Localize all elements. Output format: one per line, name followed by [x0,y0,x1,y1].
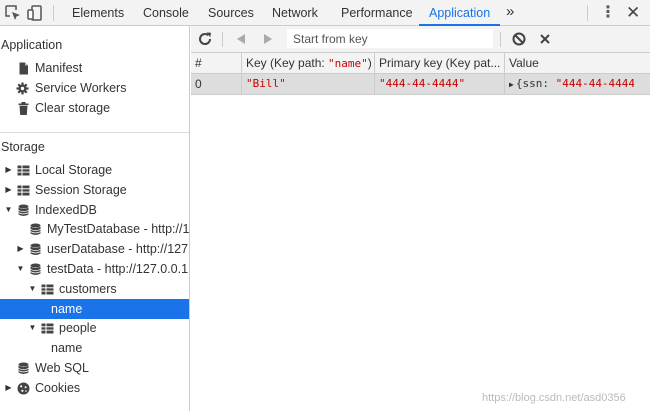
collapse-arrow-icon[interactable]: ▼ [16,259,25,279]
sidebar-item-label: people [59,321,97,335]
sidebar-item-service-workers[interactable]: Service Workers [0,78,189,98]
section-title-application: Application [1,38,63,52]
column-header-index[interactable]: # [191,53,241,73]
column-header-key-path: "name" [328,57,368,70]
sidebar-item-label: Cookies [35,381,81,395]
expand-value-arrow-icon[interactable]: ▶ [509,80,514,89]
column-header-primary-key[interactable]: Primary key (Key pat... [374,53,504,73]
tab-application[interactable]: Application [418,0,501,26]
database-icon [18,204,29,216]
sidebar-item-indexeddb[interactable]: ▼ IndexedDB [0,200,189,220]
sidebar-item-label: MyTestDatabase - http://127.0.0.1:5 [47,222,190,236]
refresh-icon[interactable] [197,31,213,47]
triangle-left-icon[interactable] [235,33,247,45]
cell-value[interactable]: ▶ {ssn: "444-44-4444 [504,74,634,94]
application-sidebar: Application Manifest Service Workers Cle… [0,26,190,411]
table-row[interactable]: 0 "Bill" "444-44-4444" ▶ {ssn: "444-44-44… [191,74,650,95]
expand-arrow-icon[interactable]: ▶ [4,378,13,398]
sidebar-item-label: Local Storage [35,163,113,177]
sidebar-item-userdatabase[interactable]: ▶ userDatabase - http://127.0.0.1:5 [0,239,189,259]
sidebar-item-clear-storage[interactable]: Clear storage [0,98,189,118]
sidebar-item-label: Clear storage [35,101,111,115]
sidebar-item-people[interactable]: ▼ people [0,318,189,338]
cell-key: "Bill" [241,74,374,94]
toolbar-divider [222,32,223,47]
grid-icon [41,323,54,334]
sidebar-item-label: Web SQL [35,361,89,375]
cell-index: 0 [195,77,202,91]
devtools-tabbar: Elements Console Sources Network Perform… [0,0,650,26]
tab-elements[interactable]: Elements [72,0,124,25]
triangle-right-icon[interactable] [262,33,274,45]
sidebar-item-customers-name-index[interactable]: name [0,299,189,319]
tab-console[interactable]: Console [143,0,189,25]
tab-performance[interactable]: Performance [341,0,413,25]
close-devtools-button[interactable]: ✕ [626,0,640,25]
sidebar-item-manifest[interactable]: Manifest [0,58,189,78]
grid-icon [17,165,30,176]
sidebar-item-label: Service Workers [35,81,127,95]
collapse-arrow-icon[interactable]: ▼ [28,318,37,338]
tab-network[interactable]: Network [272,0,318,25]
collapse-arrow-icon[interactable]: ▼ [4,200,13,220]
sidebar-item-testdata[interactable]: ▼ testData - http://127.0.0.1:5 [0,259,189,279]
sidebar-divider [0,132,189,133]
sidebar-item-label: Manifest [35,61,83,75]
sidebar-item-customers[interactable]: ▼ customers [0,279,189,299]
cell-value-prefix: {ssn: [515,77,556,90]
gear-icon [16,82,29,95]
toolbar-divider [53,5,54,21]
column-header-key-suffix: ) [367,56,372,70]
toolbar-divider [500,32,501,47]
cell-value-ssn: "444-44-4444 [555,77,634,90]
database-icon [30,223,41,235]
document-icon [19,62,28,75]
close-icon[interactable] [539,33,551,45]
sidebar-item-people-name-index[interactable]: name [0,338,189,358]
expand-arrow-icon[interactable]: ▶ [16,239,25,259]
inspect-element-icon[interactable] [4,4,22,22]
grid-icon [17,185,30,196]
sidebar-item-label: testData - http://127.0.0.1:5 [47,262,190,276]
sidebar-item-label: userDatabase - http://127.0.0.1:5 [47,242,189,256]
tab-sources[interactable]: Sources [208,0,254,25]
database-icon [30,243,41,255]
sidebar-item-label: Session Storage [35,183,127,197]
watermark: https://blog.csdn.net/asd0356 [482,392,626,404]
sidebar-item-cookies[interactable]: ▶ Cookies [0,378,189,398]
customize-menu-button[interactable]: ⋮ [600,0,616,25]
section-title-storage: Storage [1,140,45,154]
expand-arrow-icon[interactable]: ▶ [4,180,13,200]
toolbar-divider [587,5,588,21]
cell-primary-key: "444-44-4444" [374,74,504,94]
expand-arrow-icon[interactable]: ▶ [4,160,13,180]
column-header-key[interactable]: Key (Key path: "name") [241,53,374,73]
sidebar-item-mytestdatabase[interactable]: MyTestDatabase - http://127.0.0.1:5 [0,219,189,239]
cookie-icon [17,382,30,395]
column-header-key-prefix: Key (Key path: [246,56,329,70]
device-toolbar-icon[interactable] [26,4,44,22]
more-tabs-button[interactable]: » [506,0,514,25]
block-icon[interactable] [512,32,526,46]
database-icon [30,263,41,275]
collapse-arrow-icon[interactable]: ▼ [28,279,37,299]
column-header-value[interactable]: Value [504,53,634,73]
sidebar-item-local-storage[interactable]: ▶ Local Storage [0,160,189,180]
sidebar-item-web-sql[interactable]: Web SQL [0,358,189,378]
database-icon [18,362,29,374]
sidebar-item-label: customers [59,282,117,296]
start-from-key-input[interactable] [287,29,493,48]
trash-icon [18,102,29,115]
table-header-row: # Key (Key path: "name") Primary key (Ke… [191,53,650,74]
sidebar-item-label: name [51,341,83,355]
indexeddb-toolbar [191,26,650,53]
sidebar-item-session-storage[interactable]: ▶ Session Storage [0,180,189,200]
grid-icon [41,284,54,295]
sidebar-item-label: name [51,302,83,316]
sidebar-item-label: IndexedDB [35,203,97,217]
